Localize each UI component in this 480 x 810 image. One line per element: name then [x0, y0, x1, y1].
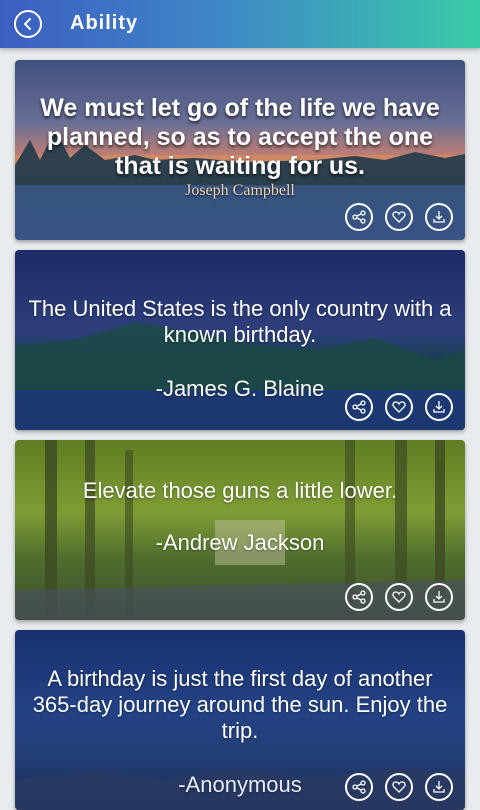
download-icon: [433, 401, 445, 413]
quote-text: The United States is the only country wi…: [28, 296, 452, 347]
page-title: Ability: [70, 12, 139, 34]
quote-card[interactable]: Elevate those guns a little lower. -Andr…: [15, 440, 465, 620]
download-button[interactable]: [425, 393, 453, 421]
share-icon: [352, 400, 366, 414]
quote-author: -Andrew Jackson: [155, 530, 325, 555]
heart-icon: [392, 401, 406, 413]
share-button[interactable]: [345, 393, 373, 421]
share-icon: [352, 780, 366, 794]
download-icon: [433, 211, 445, 223]
share-button[interactable]: [345, 583, 373, 611]
card-actions: [345, 393, 457, 423]
download-button[interactable]: [425, 203, 453, 231]
quote-card[interactable]: A birthday is just the first day of anot…: [15, 630, 465, 810]
share-button[interactable]: [345, 773, 373, 801]
download-icon: [433, 781, 445, 793]
share-icon: [352, 210, 366, 224]
back-button[interactable]: [14, 10, 42, 38]
quote-text: Elevate those guns a little lower.: [82, 478, 398, 503]
card-actions: [345, 583, 457, 613]
card-actions: [345, 773, 457, 803]
favorite-button[interactable]: [385, 583, 413, 611]
card-actions: [345, 203, 457, 233]
heart-icon: [392, 211, 406, 223]
quote-text: A birthday is just the first day of anot…: [32, 666, 448, 743]
heart-icon: [392, 781, 406, 793]
app-bar: Ability: [0, 0, 480, 48]
quote-author: Joseph Campbell: [185, 182, 295, 199]
download-icon: [433, 591, 445, 603]
quote-card[interactable]: The United States is the only country wi…: [15, 250, 465, 430]
chevron-left-icon: [24, 18, 31, 30]
share-icon: [352, 590, 366, 604]
favorite-button[interactable]: [385, 393, 413, 421]
favorite-button[interactable]: [385, 773, 413, 801]
favorite-button[interactable]: [385, 203, 413, 231]
download-button[interactable]: [425, 583, 453, 611]
download-button[interactable]: [425, 773, 453, 801]
quote-text: We must let go of the life we have plann…: [40, 94, 440, 180]
share-button[interactable]: [345, 203, 373, 231]
heart-icon: [392, 591, 406, 603]
quote-card[interactable]: We must let go of the life we have plann…: [15, 60, 465, 240]
